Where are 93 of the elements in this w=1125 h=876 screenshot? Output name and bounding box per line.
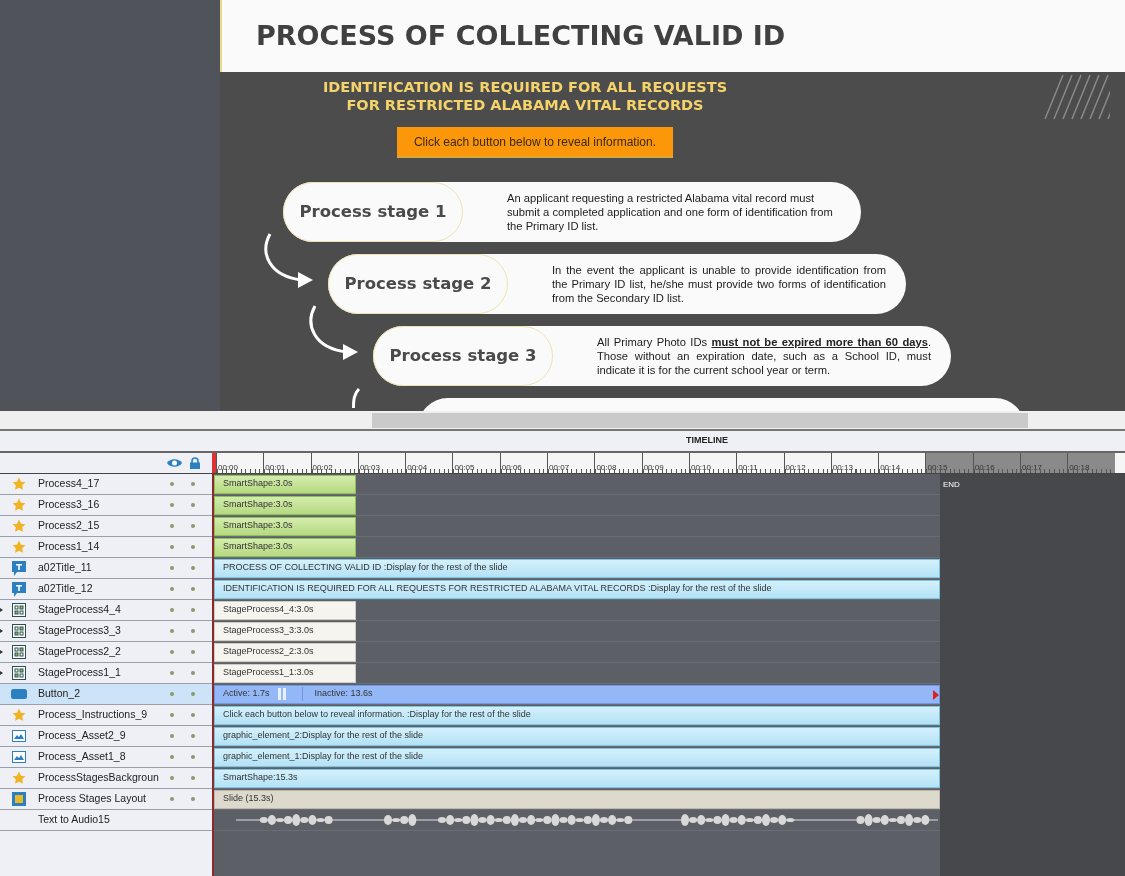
ruler-label: 00:14 bbox=[879, 463, 901, 472]
stage-description: An applicant requesting a restricted Alabama vital record must submit a completed application and one form of identification from the Primary ID list. bbox=[507, 191, 834, 233]
layer-row[interactable]: StageProcess4_4 bbox=[0, 600, 212, 621]
star-icon bbox=[12, 519, 26, 533]
instruction-banner: Click each button below to reveal information. bbox=[397, 127, 673, 158]
layer-name: Process Stages Layout bbox=[38, 791, 147, 807]
layer-row[interactable]: a02Title_11 bbox=[0, 558, 212, 579]
slide-heading: FOR RESTRICTED ALABAMA VITAL RECORDS bbox=[346, 96, 704, 114]
ruler-label: 00:06 bbox=[500, 463, 522, 472]
timeline-bar[interactable]: StageProcess2_2:3.0s bbox=[214, 642, 356, 662]
layer-row[interactable]: Button_2 bbox=[0, 684, 212, 705]
ruler-label: 00:17 bbox=[1021, 463, 1043, 472]
group-icon bbox=[12, 624, 26, 638]
layer-name: a02Title_11 bbox=[38, 560, 93, 576]
button-shape-icon bbox=[11, 689, 27, 699]
layer-name: Process1_14 bbox=[38, 539, 101, 555]
ruler-label: 00:07 bbox=[548, 463, 570, 472]
timeline-bar[interactable]: Active: 1.7s Inactive: 13.6s bbox=[214, 684, 940, 704]
layout-icon bbox=[12, 792, 26, 806]
horizontal-scrollbar[interactable] bbox=[0, 411, 1125, 431]
slide-heading: IDENTIFICATION IS REQUIRED FOR ALL REQUESTS bbox=[322, 78, 728, 96]
text-icon bbox=[12, 560, 26, 576]
timeline-bar[interactable]: StageProcess4_4:3.0s bbox=[214, 600, 356, 620]
star-icon bbox=[12, 498, 26, 512]
ruler-label: 00:04 bbox=[406, 463, 428, 472]
inactive-duration: Inactive: 13.6s bbox=[301, 687, 373, 701]
timeline-bar[interactable]: graphic_element_1:Display for the rest of the slide bbox=[214, 747, 940, 767]
layer-row[interactable]: Process2_15 bbox=[0, 516, 212, 537]
expand-arrow-icon[interactable] bbox=[0, 629, 3, 633]
timeline-bar[interactable]: SmartShape:3.0s bbox=[214, 474, 356, 494]
layer-name: a02Title_12 bbox=[38, 581, 94, 597]
layer-name: Process_Instructions_9 bbox=[38, 707, 149, 723]
image-icon bbox=[12, 751, 26, 763]
timeline-bar[interactable]: IDENTIFICATION IS REQUIRED FOR ALL REQUESTS FOR RESTRICTED ALABAMA VITAL RECORDS :Display for the rest of the slide bbox=[214, 579, 940, 599]
end-label: END bbox=[943, 478, 960, 491]
layer-name: Process_Asset2_9 bbox=[38, 728, 127, 744]
stage-description: All Primary Photo IDs must not be expired more than 60 days. Those without an expiration date, such as a School ID, must indicate it is for the current school year or term. bbox=[597, 335, 931, 377]
layer-name: StageProcess1_1 bbox=[38, 665, 122, 681]
scrollbar-thumb[interactable] bbox=[372, 412, 1028, 428]
image-icon bbox=[12, 730, 26, 742]
layer-row[interactable]: Process_Instructions_9 bbox=[0, 705, 212, 726]
timeline-bar[interactable]: SmartShape:3.0s bbox=[214, 537, 356, 557]
layer-name: StageProcess3_3 bbox=[38, 623, 122, 639]
layer-row[interactable]: a02Title_12 bbox=[0, 579, 212, 600]
slide-title: PROCESS OF COLLECTING VALID ID bbox=[256, 18, 786, 53]
layer-name: Process2_15 bbox=[38, 518, 101, 534]
layer-name: ProcessStagesBackgroun bbox=[38, 770, 160, 786]
active-duration: Active: 1.7s bbox=[223, 687, 270, 701]
star-icon bbox=[12, 540, 26, 554]
pause-handle-icon[interactable] bbox=[277, 688, 286, 700]
panel-title: TIMELINE bbox=[686, 434, 728, 448]
layer-row[interactable]: ProcessStagesBackgroun bbox=[0, 768, 212, 789]
star-icon bbox=[12, 477, 26, 491]
layer-name: Button_2 bbox=[38, 686, 82, 702]
timeline-bar[interactable]: StageProcess3_3:3.0s bbox=[214, 621, 356, 641]
end-marker-icon bbox=[933, 689, 939, 700]
expand-arrow-icon[interactable] bbox=[0, 671, 3, 675]
group-icon bbox=[12, 645, 26, 659]
timeline-bar[interactable]: SmartShape:3.0s bbox=[214, 516, 356, 536]
star-icon bbox=[12, 771, 26, 785]
expand-arrow-icon[interactable] bbox=[0, 650, 3, 654]
group-icon bbox=[12, 603, 26, 617]
timeline-bar[interactable]: PROCESS OF COLLECTING VALID ID :Display for the rest of the slide bbox=[214, 558, 940, 578]
layer-row[interactable]: Process Stages Layout bbox=[0, 789, 212, 810]
ruler-label: 00:09 bbox=[642, 463, 664, 472]
eye-icon[interactable] bbox=[167, 458, 182, 468]
layer-name: StageProcess4_4 bbox=[38, 602, 122, 618]
layer-row[interactable]: Process4_17 bbox=[0, 474, 212, 495]
ruler-label: 00:08 bbox=[595, 463, 617, 472]
layer-name: Process_Asset1_8 bbox=[38, 749, 127, 765]
layer-name: Process4_17 bbox=[38, 476, 101, 492]
layer-row[interactable]: Process3_16 bbox=[0, 495, 212, 516]
lock-icon[interactable] bbox=[190, 457, 200, 469]
timeline-bar[interactable]: Slide (15.3s) bbox=[214, 789, 940, 809]
layer-row[interactable]: Process1_14 bbox=[0, 537, 212, 558]
layer-row[interactable]: StageProcess1_1 bbox=[0, 663, 212, 684]
timeline-bar[interactable]: Click each button below to reveal information. :Display for the rest of the slide bbox=[214, 705, 940, 725]
layer-row[interactable]: StageProcess3_3 bbox=[0, 621, 212, 642]
timeline-bar[interactable]: graphic_element_2:Display for the rest of the slide bbox=[214, 726, 940, 746]
layer-name: Text to Audio15 bbox=[38, 812, 111, 828]
group-icon bbox=[12, 666, 26, 680]
stage-description: In the event the applicant is unable to provide identification from the Primary ID list, he/she must provide two forms of identification from the Secondary ID list. bbox=[552, 263, 886, 305]
star-icon bbox=[12, 708, 26, 722]
expand-arrow-icon[interactable] bbox=[0, 608, 3, 612]
ruler-label: 00:00 bbox=[217, 463, 239, 472]
layer-row[interactable]: StageProcess2_2 bbox=[0, 642, 212, 663]
layer-name: Process3_16 bbox=[38, 497, 101, 513]
text-icon bbox=[12, 581, 26, 597]
timeline-bar[interactable]: SmartShape:3.0s bbox=[214, 495, 356, 515]
ruler-label: 00:11 bbox=[737, 463, 758, 472]
timeline-bar[interactable]: SmartShape:15.3s bbox=[214, 768, 940, 788]
layer-name: StageProcess2_2 bbox=[38, 644, 122, 660]
timeline-bar[interactable]: StageProcess1_1:3.0s bbox=[214, 663, 356, 683]
